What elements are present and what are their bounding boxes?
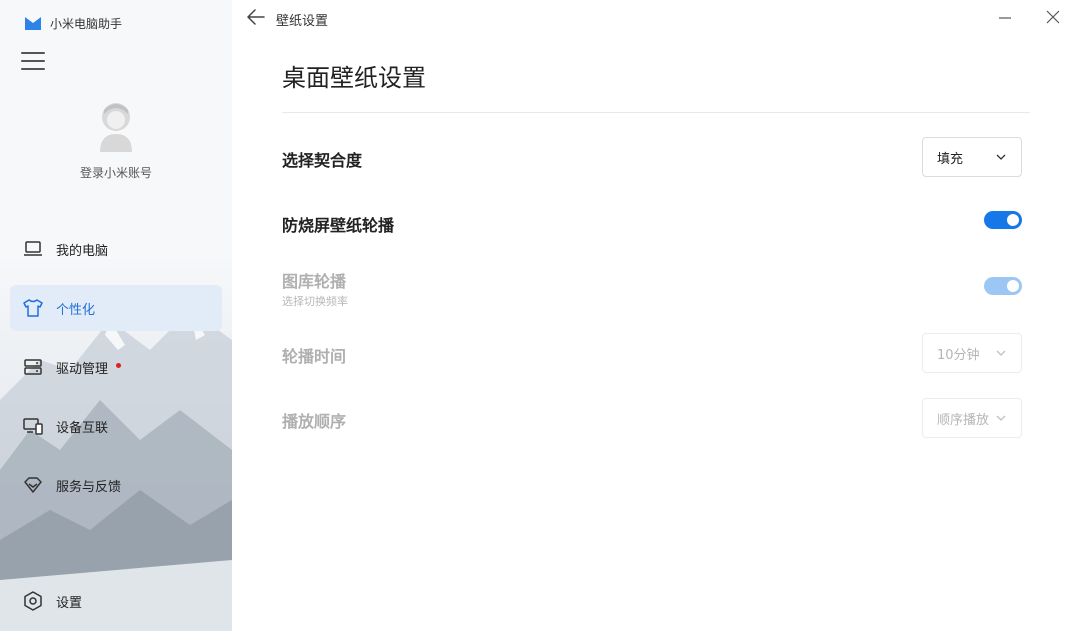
laptop-icon (22, 238, 44, 260)
interval-select[interactable]: 10分钟 (922, 333, 1022, 373)
divider (282, 112, 1030, 113)
app-brand: 小米电脑助手 (24, 14, 122, 32)
app-name: 小米电脑助手 (50, 16, 123, 31)
sidebar-item-label: 驱动管理 (56, 361, 109, 377)
fit-select[interactable]: 填充 (922, 137, 1022, 177)
sidebar-item-personalize[interactable]: 个性化 (10, 285, 222, 331)
fit-select-value: 填充 (937, 151, 964, 167)
sidebar: 小米电脑助手 登录小米账号 我的电脑 个性化 驱动管理 设备互联 服务与反馈 设… (0, 0, 232, 631)
gallery-rotate-toggle[interactable] (984, 277, 1022, 295)
sidebar-nav: 我的电脑 个性化 驱动管理 设备互联 服务与反馈 (10, 226, 222, 521)
anti-burn-toggle[interactable] (984, 211, 1022, 229)
diamond-icon (22, 474, 44, 496)
app-window: 小米电脑助手 登录小米账号 我的电脑 个性化 驱动管理 设备互联 服务与反馈 设… (0, 0, 1076, 631)
minimize-icon[interactable] (996, 9, 1014, 27)
sidebar-settings-label: 设置 (56, 595, 83, 611)
app-logo-icon (25, 17, 41, 30)
devices-icon (22, 415, 44, 437)
sidebar-item-my-computer[interactable]: 我的电脑 (10, 226, 222, 272)
back-arrow-icon[interactable] (246, 8, 266, 26)
chevron-down-icon (996, 154, 1006, 160)
order-label: 播放顺序 (282, 412, 347, 431)
anti-burn-label: 防烧屏壁纸轮播 (282, 216, 395, 235)
tshirt-icon (22, 297, 44, 319)
sidebar-item-label: 设备互联 (56, 420, 109, 436)
sidebar-item-device-connect[interactable]: 设备互联 (10, 403, 222, 449)
page-title: 桌面壁纸设置 (282, 64, 426, 92)
login-account-link[interactable]: 登录小米账号 (0, 164, 232, 181)
sidebar-item-driver-management[interactable]: 驱动管理 (10, 344, 222, 390)
gallery-rotate-label: 图库轮播 (282, 272, 347, 291)
gallery-rotate-sublabel: 选择切换频率 (282, 295, 348, 308)
notification-badge (116, 362, 122, 368)
server-icon (22, 356, 44, 378)
order-select-value: 顺序播放 (937, 412, 990, 428)
interval-select-value: 10分钟 (937, 347, 980, 363)
avatar[interactable] (96, 100, 136, 152)
sidebar-item-label: 个性化 (56, 302, 96, 318)
menu-hamburger-button[interactable] (21, 52, 45, 72)
fit-label: 选择契合度 (282, 151, 363, 170)
chevron-down-icon (996, 350, 1006, 356)
sidebar-item-settings[interactable]: 设置 (10, 578, 222, 624)
interval-label: 轮播时间 (282, 347, 347, 366)
breadcrumb: 壁纸设置 (276, 14, 329, 29)
sidebar-item-label: 服务与反馈 (56, 479, 122, 495)
sidebar-item-service-feedback[interactable]: 服务与反馈 (10, 462, 222, 508)
sidebar-item-label: 我的电脑 (56, 243, 109, 259)
close-icon[interactable] (1044, 8, 1062, 26)
chevron-down-icon (996, 415, 1006, 421)
order-select[interactable]: 顺序播放 (922, 398, 1022, 438)
settings-hexagon-icon (22, 590, 44, 612)
